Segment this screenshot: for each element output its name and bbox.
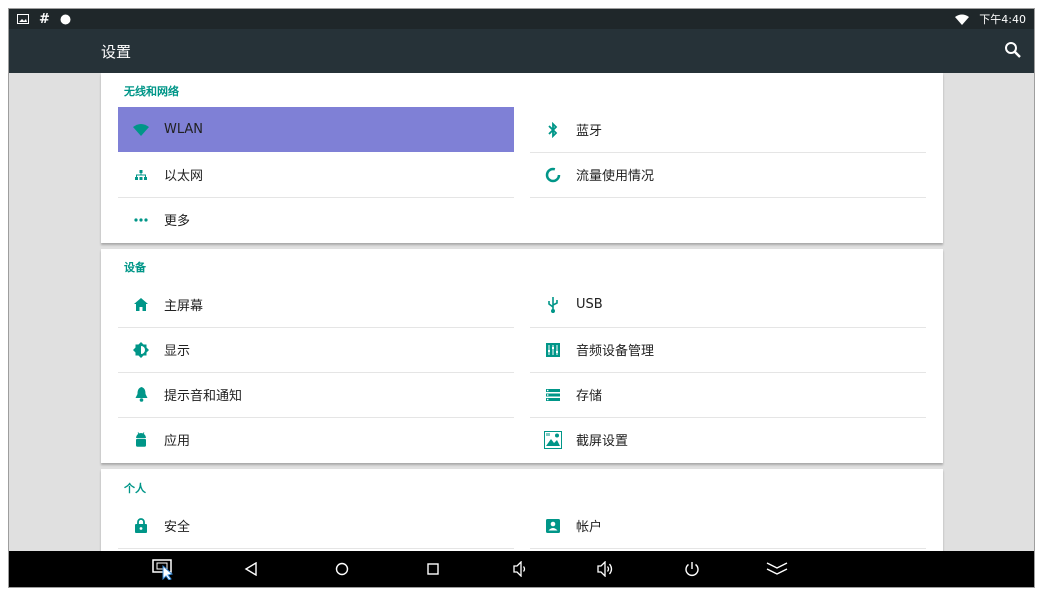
storage-icon <box>530 388 576 401</box>
setting-usb[interactable]: USB <box>530 282 926 327</box>
section-wireless: 无线和网络 WLAN 蓝牙 以太网 流量使用情况 更多 <box>101 73 943 243</box>
section-personal: 个人 安全 帐户 <box>101 469 943 551</box>
setting-label: 存储 <box>576 389 603 404</box>
setting-security[interactable]: 安全 <box>118 503 514 548</box>
setting-label: USB <box>576 297 603 312</box>
hash-icon: # <box>39 11 50 27</box>
screenshot-icon <box>530 430 576 449</box>
setting-screenshot[interactable]: 截屏设置 <box>530 417 926 462</box>
bell-icon <box>118 387 164 402</box>
setting-label: 应用 <box>164 434 191 449</box>
power-icon[interactable] <box>680 557 704 581</box>
divider <box>118 548 514 549</box>
home-circle-icon[interactable] <box>330 557 354 581</box>
wifi-icon <box>118 123 164 136</box>
equalizer-icon <box>530 342 576 357</box>
setting-label: 显示 <box>164 344 191 359</box>
brightness-icon <box>118 341 164 358</box>
divider <box>530 197 926 198</box>
status-bar: # 下午4:40 <box>9 9 1034 29</box>
setting-label: 蓝牙 <box>576 124 603 139</box>
setting-label: 流量使用情况 <box>576 169 655 184</box>
setting-apps[interactable]: 应用 <box>118 417 514 462</box>
setting-wlan[interactable]: WLAN <box>118 107 514 152</box>
home-icon <box>118 298 164 311</box>
setting-account[interactable]: 帐户 <box>530 503 926 548</box>
search-icon[interactable] <box>1004 41 1024 61</box>
section-header: 个人 <box>124 482 146 495</box>
setting-label: 提示音和通知 <box>164 389 243 404</box>
divider <box>530 548 926 549</box>
circle-icon <box>60 14 71 25</box>
settings-list[interactable]: 无线和网络 WLAN 蓝牙 以太网 流量使用情况 更多 设备 主屏幕 USB 显… <box>9 73 1034 551</box>
setting-label: 以太网 <box>164 169 204 184</box>
lock-icon <box>118 518 164 533</box>
setting-label: 帐户 <box>576 520 603 535</box>
section-header: 设备 <box>124 261 146 274</box>
section-header: 无线和网络 <box>124 85 179 98</box>
setting-label: 更多 <box>164 214 191 229</box>
setting-sound[interactable]: 提示音和通知 <box>118 372 514 417</box>
bluetooth-icon <box>530 121 576 138</box>
image-icon <box>17 14 29 24</box>
account-icon <box>530 518 576 533</box>
setting-more[interactable]: 更多 <box>118 197 514 242</box>
usb-icon <box>530 296 576 313</box>
collapse-icon[interactable] <box>765 557 789 581</box>
ethernet-icon <box>118 169 164 180</box>
navigation-bar <box>9 551 1034 587</box>
setting-data-usage[interactable]: 流量使用情况 <box>530 152 926 197</box>
setting-storage[interactable]: 存储 <box>530 372 926 417</box>
status-time: 下午4:40 <box>979 13 1026 26</box>
setting-bluetooth[interactable]: 蓝牙 <box>530 107 926 152</box>
back-icon[interactable] <box>239 557 263 581</box>
data-usage-icon <box>530 167 576 183</box>
section-device: 设备 主屏幕 USB 显示 音频设备管理 提示音和通知 存储 应用 截屏设置 <box>101 249 943 463</box>
page-title: 设置 <box>101 43 132 61</box>
volume-down-icon[interactable] <box>509 557 533 581</box>
android-icon <box>118 432 164 447</box>
device-screen: # 下午4:40 设置 无线和网络 WLAN 蓝牙 以太网 流量使用情况 更多 … <box>8 8 1035 588</box>
setting-display[interactable]: 显示 <box>118 327 514 372</box>
recents-icon[interactable] <box>421 557 445 581</box>
setting-label: 音频设备管理 <box>576 344 655 359</box>
setting-label: WLAN <box>164 122 204 137</box>
screenshot-button-icon[interactable] <box>151 557 175 581</box>
app-bar: 设置 <box>9 29 1034 73</box>
setting-label: 主屏幕 <box>164 299 204 314</box>
wifi-icon <box>955 14 970 25</box>
more-icon <box>118 217 164 222</box>
volume-up-icon[interactable] <box>594 557 618 581</box>
setting-ethernet[interactable]: 以太网 <box>118 152 514 197</box>
setting-home[interactable]: 主屏幕 <box>118 282 514 327</box>
setting-label: 安全 <box>164 520 191 535</box>
setting-label: 截屏设置 <box>576 434 629 449</box>
setting-audio[interactable]: 音频设备管理 <box>530 327 926 372</box>
